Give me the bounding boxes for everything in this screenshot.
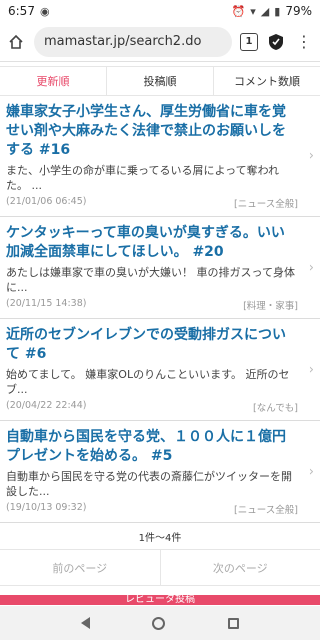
review-post-banner[interactable]: レビュータ投稿 xyxy=(0,595,320,605)
topic-meta: (21/01/06 06:45) [ニュース全般] xyxy=(6,196,298,210)
topic-excerpt: 自動車から国民を守る党の代表の斎藤仁がツイッターを開設した... xyxy=(6,470,292,498)
topic-title[interactable]: 近所のセブンイレブンでの受動排ガスについて #6 xyxy=(6,326,298,364)
topic-date: (19/10/13 09:32) xyxy=(6,502,87,513)
topic-meta: (19/10/13 09:32) [ニュース全般] xyxy=(6,502,298,516)
tab-switcher-button[interactable]: 1 xyxy=(240,32,258,51)
shield-icon[interactable] xyxy=(266,32,286,52)
tab-sort-updated[interactable]: 更新順 xyxy=(0,67,107,95)
prev-page-button[interactable]: 前のページ xyxy=(0,550,161,585)
result-count: 1件～4件 xyxy=(0,523,320,550)
list-item[interactable]: 近所のセブンイレブンでの受動排ガスについて #6 始めてまして。 嫌車家OLのり… xyxy=(0,319,320,421)
system-nav-bar xyxy=(0,606,320,640)
notification-icon: ◉ xyxy=(39,4,50,18)
signal-icon: ◢ xyxy=(260,4,270,18)
chevron-right-icon: › xyxy=(308,260,314,275)
list-item[interactable]: 自動車から国民を守る党、１００人に１億円プレゼントを始める。 #5 自動車から国… xyxy=(0,421,320,523)
next-page-button[interactable]: 次のページ xyxy=(160,550,320,585)
topic-excerpt: あたしは嫌車家で車の臭いが大嫌い！ 車の排ガスって身体に... xyxy=(6,266,295,294)
back-icon[interactable] xyxy=(81,617,91,629)
status-time: 6:57 xyxy=(8,4,35,18)
topic-category: [料理・家事] xyxy=(243,301,298,312)
sort-tabs: 更新順 投稿順 コメント数順 xyxy=(0,66,320,96)
recents-icon[interactable] xyxy=(227,617,239,629)
tab-sort-comments[interactable]: コメント数順 xyxy=(214,67,320,95)
topic-excerpt: 始めてまして。 嫌車家OLのりんこといいます。 近所のセブ... xyxy=(6,368,290,396)
wifi-icon: ▾ xyxy=(250,4,256,18)
topic-category: [なんでも] xyxy=(253,403,298,414)
chevron-right-icon: › xyxy=(308,464,314,479)
topic-excerpt: また、小学生の命が車に乗ってるいる屑によって奪われた。 ... xyxy=(6,164,280,192)
chevron-right-icon: › xyxy=(308,362,314,377)
topic-category: [ニュース全般] xyxy=(234,505,298,516)
tab-sort-posted[interactable]: 投稿順 xyxy=(107,67,214,95)
topic-meta: (20/11/15 14:38) [料理・家事] xyxy=(6,298,298,312)
topic-title[interactable]: 嫌車家女子小学生さん、厚生労働省に車を覚せい剤や大麻みたく法律で禁止のお願いしを… xyxy=(6,103,298,160)
topic-title[interactable]: 自動車から国民を守る党、１００人に１億円プレゼントを始める。 #5 xyxy=(6,428,298,466)
url-field[interactable]: mamastar.jp/search2.do xyxy=(34,26,232,57)
chevron-right-icon: › xyxy=(308,148,314,164)
battery-level: 79% xyxy=(285,4,312,18)
topic-list: 嫌車家女子小学生さん、厚生労働省に車を覚せい剤や大麻みたく法律で禁止のお願いしを… xyxy=(0,96,320,523)
status-bar: 6:57 ◉ ⏰ ▾ ◢ ▮ 79% xyxy=(0,0,320,22)
topic-date: (20/11/15 14:38) xyxy=(6,298,87,309)
battery-icon: ▮ xyxy=(274,4,281,18)
topic-date: (21/01/06 06:45) xyxy=(6,196,87,207)
list-item[interactable]: ケンタッキーって車の臭いが臭すぎる。いい加減全面禁車にしてほしい。 #20 あた… xyxy=(0,217,320,319)
topic-meta: (20/04/22 22:44) [なんでも] xyxy=(6,400,298,414)
browser-toolbar: mamastar.jp/search2.do 1 ⋮ xyxy=(0,22,320,62)
topic-category: [ニュース全般] xyxy=(234,199,298,210)
list-item[interactable]: 嫌車家女子小学生さん、厚生労働省に車を覚せい剤や大麻みたく法律で禁止のお願いしを… xyxy=(0,96,320,217)
topic-date: (20/04/22 22:44) xyxy=(6,400,87,411)
pagination: 前のページ 次のページ xyxy=(0,550,320,586)
alarm-icon: ⏰ xyxy=(231,4,246,18)
home-icon[interactable] xyxy=(6,32,26,52)
more-menu-icon[interactable]: ⋮ xyxy=(294,32,314,52)
home-circle-icon[interactable] xyxy=(152,616,166,630)
topic-title[interactable]: ケンタッキーって車の臭いが臭すぎる。いい加減全面禁車にしてほしい。 #20 xyxy=(6,224,298,262)
